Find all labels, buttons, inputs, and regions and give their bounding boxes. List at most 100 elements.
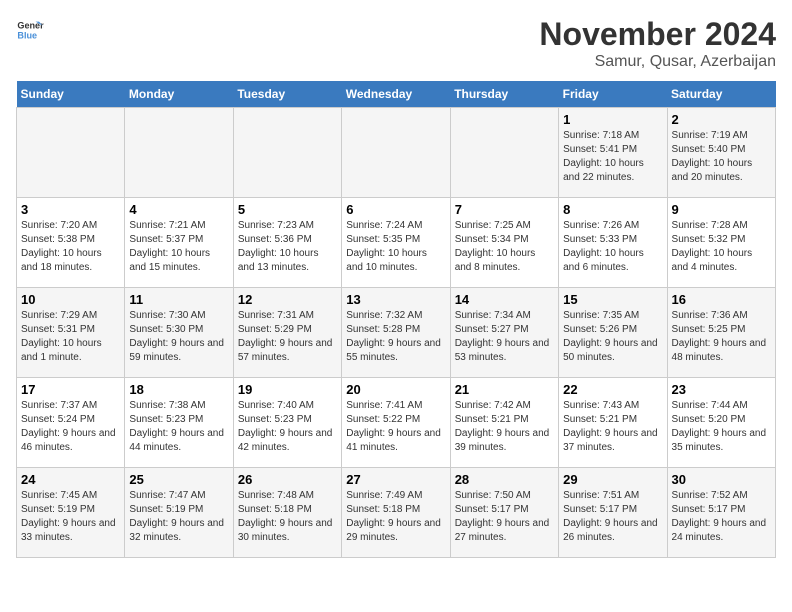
day-number: 26 xyxy=(238,472,337,487)
day-number: 1 xyxy=(563,112,662,127)
day-number: 29 xyxy=(563,472,662,487)
day-info: Sunrise: 7:23 AM Sunset: 5:36 PM Dayligh… xyxy=(238,219,337,275)
day-info: Sunrise: 7:52 AM Sunset: 5:17 PM Dayligh… xyxy=(672,489,771,545)
col-tuesday: Tuesday xyxy=(233,81,341,108)
calendar-cell: 12 Sunrise: 7:31 AM Sunset: 5:29 PM Dayli… xyxy=(233,288,341,378)
day-number: 20 xyxy=(346,382,445,397)
day-number: 7 xyxy=(455,202,554,217)
calendar-cell: 11 Sunrise: 7:30 AM Sunset: 5:30 PM Dayli… xyxy=(125,288,233,378)
day-info: Sunrise: 7:35 AM Sunset: 5:26 PM Dayligh… xyxy=(563,309,662,365)
day-info: Sunrise: 7:28 AM Sunset: 5:32 PM Dayligh… xyxy=(672,219,771,275)
day-number: 22 xyxy=(563,382,662,397)
day-number: 9 xyxy=(672,202,771,217)
day-info: Sunrise: 7:38 AM Sunset: 5:23 PM Dayligh… xyxy=(129,399,228,455)
day-number: 21 xyxy=(455,382,554,397)
day-info: Sunrise: 7:40 AM Sunset: 5:23 PM Dayligh… xyxy=(238,399,337,455)
day-number: 12 xyxy=(238,292,337,307)
day-number: 18 xyxy=(129,382,228,397)
calendar-cell: 2 Sunrise: 7:19 AM Sunset: 5:40 PM Daylig… xyxy=(667,108,775,198)
month-title: November 2024 xyxy=(539,16,776,53)
day-info: Sunrise: 7:20 AM Sunset: 5:38 PM Dayligh… xyxy=(21,219,120,275)
calendar-cell: 14 Sunrise: 7:34 AM Sunset: 5:27 PM Dayli… xyxy=(450,288,558,378)
day-info: Sunrise: 7:44 AM Sunset: 5:20 PM Dayligh… xyxy=(672,399,771,455)
calendar-cell: 29Sunrise: 7:51 AM Sunset: 5:17 PM Dayli… xyxy=(559,468,667,558)
calendar-week-4: 17 Sunrise: 7:37 AM Sunset: 5:24 PM Dayli… xyxy=(17,378,776,468)
calendar-cell: 18 Sunrise: 7:38 AM Sunset: 5:23 PM Dayli… xyxy=(125,378,233,468)
calendar-cell: 24Sunrise: 7:45 AM Sunset: 5:19 PM Dayli… xyxy=(17,468,125,558)
logo: General Blue xyxy=(16,16,44,44)
svg-text:General: General xyxy=(17,21,44,31)
day-info: Sunrise: 7:18 AM Sunset: 5:41 PM Dayligh… xyxy=(563,129,662,185)
day-number: 25 xyxy=(129,472,228,487)
calendar-cell: 21 Sunrise: 7:42 AM Sunset: 5:21 PM Dayli… xyxy=(450,378,558,468)
day-info: Sunrise: 7:21 AM Sunset: 5:37 PM Dayligh… xyxy=(129,219,228,275)
day-info: Sunrise: 7:34 AM Sunset: 5:27 PM Dayligh… xyxy=(455,309,554,365)
calendar-cell: 30 Sunrise: 7:52 AM Sunset: 5:17 PM Dayli… xyxy=(667,468,775,558)
day-info: Sunrise: 7:45 AM Sunset: 5:19 PM Dayligh… xyxy=(21,489,120,545)
day-info: Sunrise: 7:29 AM Sunset: 5:31 PM Dayligh… xyxy=(21,309,120,365)
logo-icon: General Blue xyxy=(16,16,44,44)
day-info: Sunrise: 7:26 AM Sunset: 5:33 PM Dayligh… xyxy=(563,219,662,275)
calendar-week-2: 3 Sunrise: 7:20 AM Sunset: 5:38 PM Daylig… xyxy=(17,198,776,288)
calendar-cell xyxy=(17,108,125,198)
day-info: Sunrise: 7:24 AM Sunset: 5:35 PM Dayligh… xyxy=(346,219,445,275)
calendar-cell xyxy=(342,108,450,198)
calendar-table: Sunday Monday Tuesday Wednesday Thursday… xyxy=(16,81,776,558)
col-saturday: Saturday xyxy=(667,81,775,108)
day-number: 6 xyxy=(346,202,445,217)
calendar-cell: 4Sunrise: 7:21 AM Sunset: 5:37 PM Daylig… xyxy=(125,198,233,288)
calendar-cell: 17 Sunrise: 7:37 AM Sunset: 5:24 PM Dayli… xyxy=(17,378,125,468)
day-number: 30 xyxy=(672,472,771,487)
location-title: Samur, Qusar, Azerbaijan xyxy=(539,53,776,71)
calendar-cell: 28 Sunrise: 7:50 AM Sunset: 5:17 PM Dayli… xyxy=(450,468,558,558)
title-area: November 2024 Samur, Qusar, Azerbaijan xyxy=(539,16,776,71)
calendar-cell xyxy=(125,108,233,198)
day-number: 28 xyxy=(455,472,554,487)
calendar-cell: 16Sunrise: 7:36 AM Sunset: 5:25 PM Dayli… xyxy=(667,288,775,378)
calendar-cell: 7 Sunrise: 7:25 AM Sunset: 5:34 PM Daylig… xyxy=(450,198,558,288)
day-info: Sunrise: 7:25 AM Sunset: 5:34 PM Dayligh… xyxy=(455,219,554,275)
day-number: 17 xyxy=(21,382,120,397)
calendar-cell: 26Sunrise: 7:48 AM Sunset: 5:18 PM Dayli… xyxy=(233,468,341,558)
day-number: 19 xyxy=(238,382,337,397)
calendar-cell: 25Sunrise: 7:47 AM Sunset: 5:19 PM Dayli… xyxy=(125,468,233,558)
day-number: 3 xyxy=(21,202,120,217)
col-thursday: Thursday xyxy=(450,81,558,108)
day-info: Sunrise: 7:37 AM Sunset: 5:24 PM Dayligh… xyxy=(21,399,120,455)
day-number: 8 xyxy=(563,202,662,217)
day-info: Sunrise: 7:41 AM Sunset: 5:22 PM Dayligh… xyxy=(346,399,445,455)
col-friday: Friday xyxy=(559,81,667,108)
calendar-cell: 23 Sunrise: 7:44 AM Sunset: 5:20 PM Dayli… xyxy=(667,378,775,468)
day-info: Sunrise: 7:31 AM Sunset: 5:29 PM Dayligh… xyxy=(238,309,337,365)
day-info: Sunrise: 7:30 AM Sunset: 5:30 PM Dayligh… xyxy=(129,309,228,365)
day-number: 11 xyxy=(129,292,228,307)
calendar-cell: 22Sunrise: 7:43 AM Sunset: 5:21 PM Dayli… xyxy=(559,378,667,468)
day-number: 10 xyxy=(21,292,120,307)
calendar-cell: 1 Sunrise: 7:18 AM Sunset: 5:41 PM Daylig… xyxy=(559,108,667,198)
col-monday: Monday xyxy=(125,81,233,108)
calendar-cell: 6 Sunrise: 7:24 AM Sunset: 5:35 PM Daylig… xyxy=(342,198,450,288)
calendar-cell: 15 Sunrise: 7:35 AM Sunset: 5:26 PM Dayli… xyxy=(559,288,667,378)
day-info: Sunrise: 7:36 AM Sunset: 5:25 PM Dayligh… xyxy=(672,309,771,365)
day-number: 15 xyxy=(563,292,662,307)
calendar-cell: 3 Sunrise: 7:20 AM Sunset: 5:38 PM Daylig… xyxy=(17,198,125,288)
svg-text:Blue: Blue xyxy=(17,30,37,40)
calendar-cell: 9 Sunrise: 7:28 AM Sunset: 5:32 PM Daylig… xyxy=(667,198,775,288)
col-wednesday: Wednesday xyxy=(342,81,450,108)
day-number: 2 xyxy=(672,112,771,127)
day-info: Sunrise: 7:42 AM Sunset: 5:21 PM Dayligh… xyxy=(455,399,554,455)
day-number: 23 xyxy=(672,382,771,397)
day-number: 14 xyxy=(455,292,554,307)
day-info: Sunrise: 7:50 AM Sunset: 5:17 PM Dayligh… xyxy=(455,489,554,545)
calendar-cell: 10 Sunrise: 7:29 AM Sunset: 5:31 PM Dayli… xyxy=(17,288,125,378)
day-number: 13 xyxy=(346,292,445,307)
calendar-cell xyxy=(450,108,558,198)
header-row: Sunday Monday Tuesday Wednesday Thursday… xyxy=(17,81,776,108)
day-number: 5 xyxy=(238,202,337,217)
calendar-week-1: 1 Sunrise: 7:18 AM Sunset: 5:41 PM Daylig… xyxy=(17,108,776,198)
header: General Blue November 2024 Samur, Qusar,… xyxy=(16,16,776,71)
day-info: Sunrise: 7:19 AM Sunset: 5:40 PM Dayligh… xyxy=(672,129,771,185)
calendar-cell: 19 Sunrise: 7:40 AM Sunset: 5:23 PM Dayli… xyxy=(233,378,341,468)
day-info: Sunrise: 7:49 AM Sunset: 5:18 PM Dayligh… xyxy=(346,489,445,545)
calendar-cell: 13Sunrise: 7:32 AM Sunset: 5:28 PM Dayli… xyxy=(342,288,450,378)
